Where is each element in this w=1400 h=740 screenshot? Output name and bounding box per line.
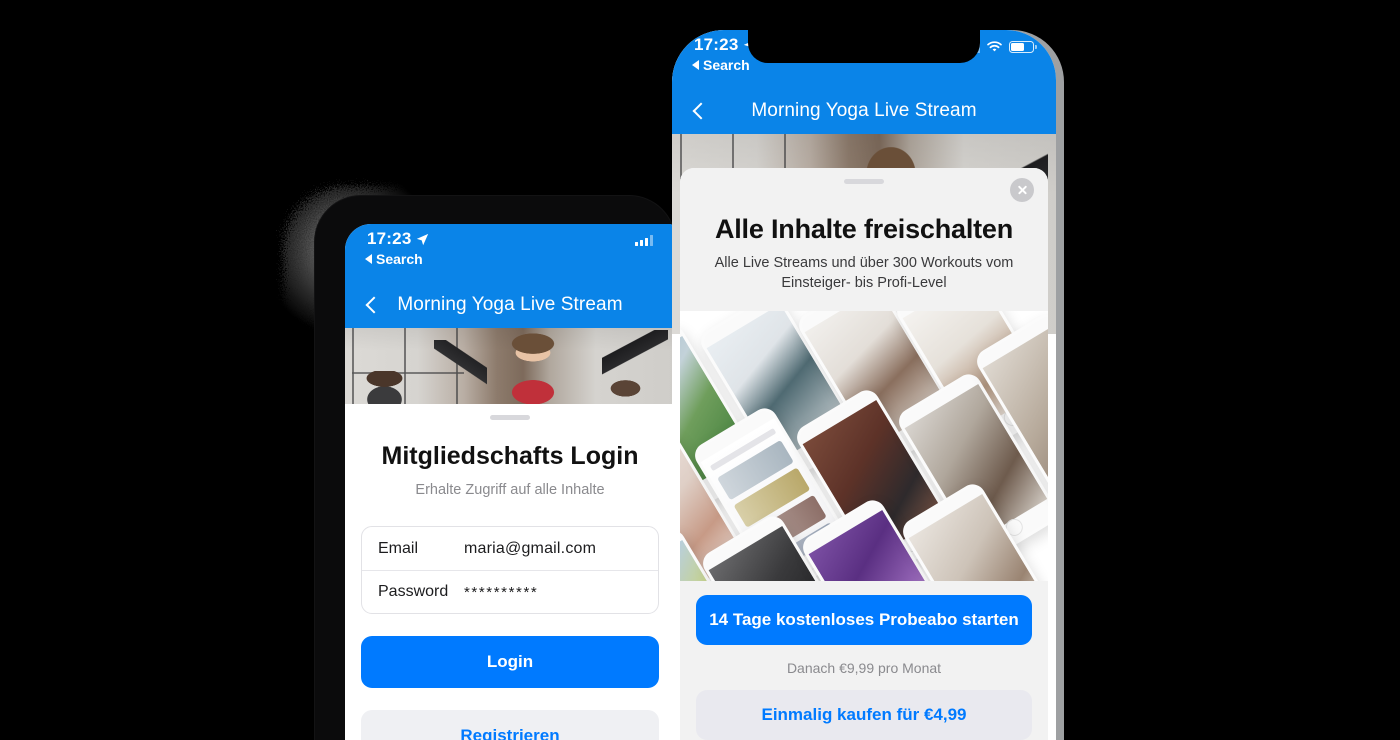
paywall-subtitle: Alle Live Streams und über 300 Workouts … [714, 255, 1014, 291]
hero-leg-left [434, 340, 487, 388]
back-button[interactable] [686, 98, 712, 124]
right-phone-mockup: 17:23 Search Morning Yoga Live Stream Al… [672, 30, 1064, 740]
status-time: 17:23 [694, 35, 739, 54]
paywall-sheet: Alle Inhalte freischalten Alle Live Stre… [680, 168, 1048, 740]
left-sheet: Mitgliedschafts Login Erhalte Zugriff au… [345, 415, 675, 740]
drag-handle[interactable] [490, 415, 530, 420]
paywall-footer: 14 Tage kostenloses Probeabo starten Dan… [680, 581, 1048, 740]
email-field-row[interactable]: Email maria@gmail.com [362, 527, 658, 570]
paywall-header: Alle Inhalte freischalten Alle Live Stre… [680, 168, 1048, 312]
status-back-label: Search [376, 251, 423, 267]
chevron-left-icon [692, 102, 710, 120]
login-button[interactable]: Login [361, 636, 659, 688]
left-phone-mockup: 17:23 Search Morning Yoga Live Stream Mi… [283, 186, 683, 740]
left-status-back-link[interactable]: Search [365, 251, 423, 267]
cellular-signal-icon [635, 235, 653, 246]
left-phone-body: 17:23 Search Morning Yoga Live Stream Mi… [315, 196, 675, 740]
wifi-icon [987, 41, 1002, 52]
triangle-left-icon [692, 60, 699, 70]
left-status-time-group: 17:23 [367, 229, 429, 249]
back-button[interactable] [359, 292, 385, 318]
right-page-title: Morning Yoga Live Stream [751, 100, 977, 121]
hero-person-left [358, 370, 411, 404]
register-button[interactable]: Registrieren [361, 710, 659, 740]
login-field-group: Email maria@gmail.com Password *********… [361, 526, 659, 614]
password-field-value: ********** [464, 583, 539, 601]
drag-handle[interactable] [844, 179, 884, 184]
battery-icon [1009, 41, 1037, 53]
login-title: Mitgliedschafts Login [381, 442, 639, 470]
price-note: Danach €9,99 pro Monat [786, 660, 942, 676]
left-status-bar: 17:23 Search [345, 224, 675, 282]
paywall-title: Alle Inhalte freischalten [714, 214, 1014, 244]
start-free-trial-button[interactable]: 14 Tage kostenloses Probeabo starten [696, 595, 1032, 645]
left-phone-screen: 17:23 Search Morning Yoga Live Stream Mi… [345, 224, 675, 740]
login-subtitle: Erhalte Zugriff auf alle Inhalte [415, 482, 605, 498]
location-arrow-icon [417, 233, 429, 245]
one-time-purchase-button[interactable]: Einmalig kaufen für €4,99 [696, 690, 1032, 740]
hero-person-right [602, 378, 649, 404]
app-screenshot-collage [680, 311, 1048, 581]
email-field-value: maria@gmail.com [464, 539, 597, 557]
email-field-label: Email [378, 539, 419, 557]
status-back-label: Search [703, 57, 750, 73]
left-hero-image [345, 328, 675, 404]
right-navbar: Morning Yoga Live Stream [672, 88, 1056, 134]
close-button[interactable] [1010, 178, 1034, 202]
left-status-indicators [635, 235, 653, 246]
right-phone-body: 17:23 Search Morning Yoga Live Stream Al… [672, 30, 1064, 740]
status-time: 17:23 [367, 229, 412, 248]
close-icon [1017, 185, 1028, 196]
password-field-row[interactable]: Password ********** [362, 570, 658, 613]
left-navbar: Morning Yoga Live Stream [345, 282, 675, 328]
screenshot-stage: 17:23 Search Morning Yoga Live Stream Mi… [0, 0, 1400, 740]
password-field-label: Password [378, 583, 449, 600]
phone-notch [748, 30, 980, 63]
hero-leg-right [602, 329, 669, 379]
right-phone-screen: 17:23 Search Morning Yoga Live Stream Al… [672, 30, 1056, 740]
left-page-title: Morning Yoga Live Stream [397, 294, 623, 315]
triangle-left-icon [365, 254, 372, 264]
chevron-left-icon [365, 296, 383, 314]
hero-figure [496, 332, 570, 404]
right-status-back-link[interactable]: Search [692, 57, 750, 73]
